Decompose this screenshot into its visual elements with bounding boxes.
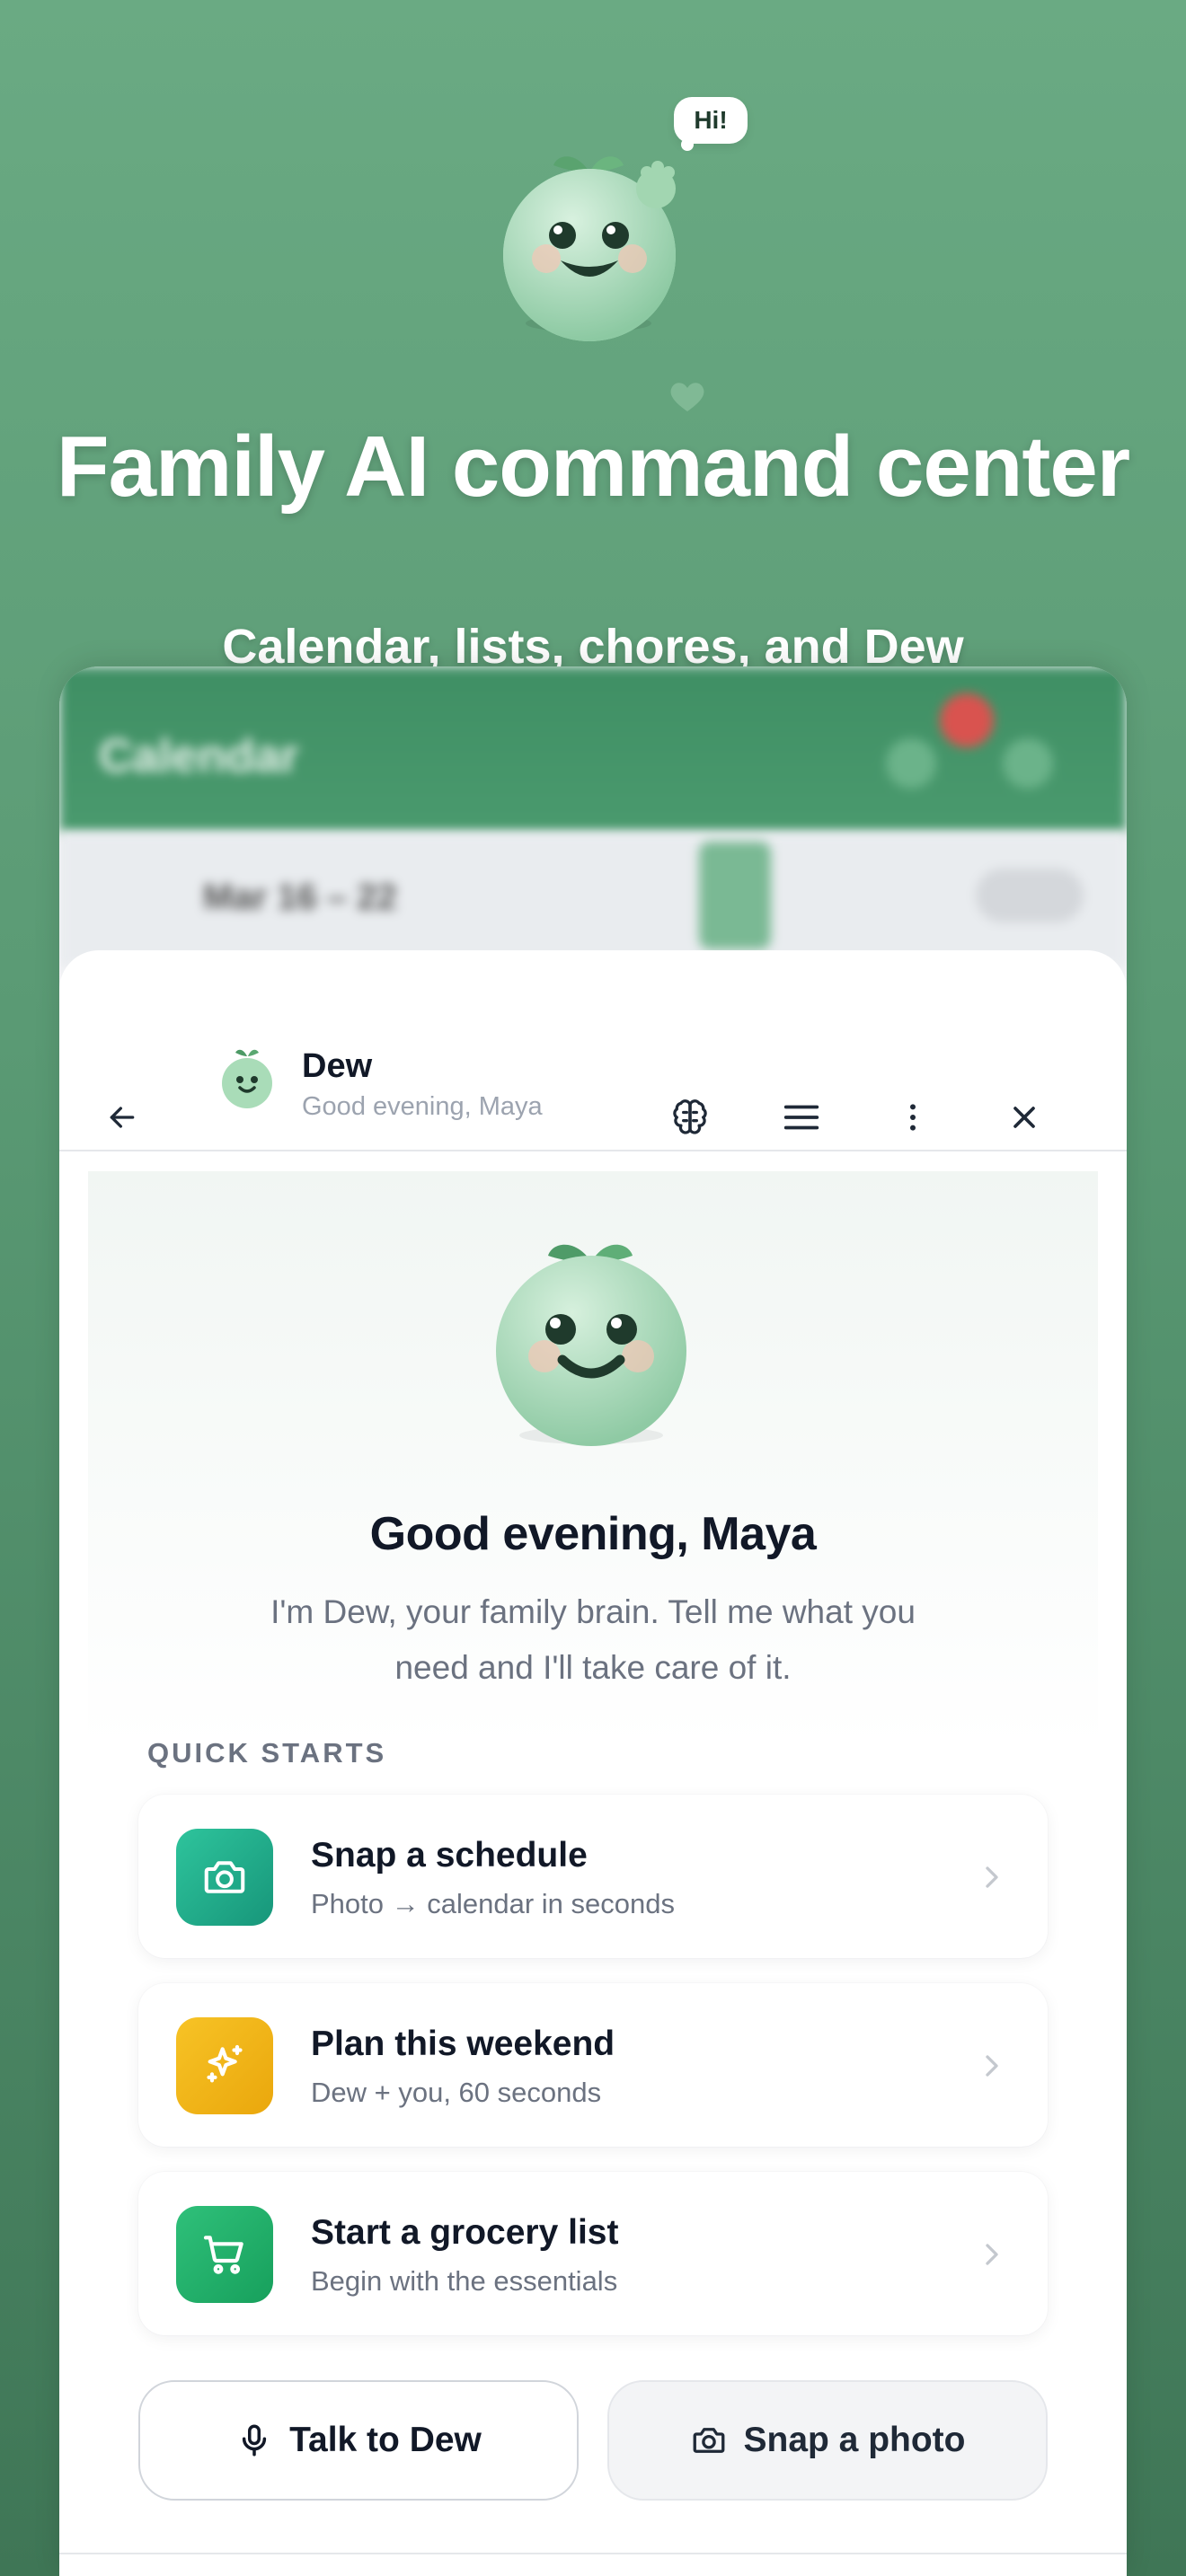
- quick-start-icon-tile: [176, 2017, 273, 2114]
- blurred-calendar-title: Calendar: [99, 730, 299, 782]
- blurred-calendar-header: Calendar: [59, 666, 1127, 833]
- blurred-notification-dot: [940, 693, 994, 747]
- talk-button-label: Talk to Dew: [289, 2421, 482, 2459]
- close-button[interactable]: [988, 1081, 1060, 1153]
- greeting-intro: I'm Dew, your family brain. Tell me what…: [270, 1593, 916, 1686]
- more-vertical-icon: [910, 1104, 916, 1131]
- menu-button[interactable]: [766, 1081, 837, 1153]
- quick-start-grocery-list[interactable]: Start a grocery list Begin with the esse…: [138, 2172, 1048, 2335]
- close-icon: [1013, 1107, 1035, 1128]
- brain-icon: [673, 1099, 707, 1134]
- quick-start-icon-tile: [176, 2206, 273, 2303]
- quick-start-title: Snap a schedule: [311, 1836, 588, 1875]
- quick-start-snap-schedule[interactable]: Snap a schedule Photo → calendar in seco…: [138, 1795, 1048, 1958]
- sheet-header: Dew Good evening, Maya: [59, 950, 1127, 1151]
- chevron-right-icon: [986, 1866, 998, 1888]
- quick-start-plan-weekend[interactable]: Plan this weekend Dew + you, 60 seconds: [138, 1983, 1048, 2147]
- menu-icon: [783, 1105, 819, 1130]
- blurred-selected-day: [699, 842, 771, 949]
- cart-icon: [203, 2236, 243, 2274]
- chevron-right-icon: [986, 2244, 998, 2265]
- snap-button-label: Snap a photo: [743, 2421, 966, 2459]
- quick-start-subtitle: Dew + you, 60 seconds: [311, 2077, 602, 2108]
- quick-starts-label: QUICK STARTS: [147, 1737, 387, 1769]
- heart-icon: [670, 383, 704, 411]
- quick-start-subtitle: Begin with the essentials: [311, 2265, 618, 2297]
- camera-icon: [693, 2428, 724, 2453]
- dew-assistant-sheet: Dew Good evening, Maya Good evening, May…: [59, 950, 1127, 2576]
- blurred-date-range: Mar 16 – 22: [203, 878, 397, 917]
- greeting-title: Good evening, Maya: [369, 1508, 817, 1560]
- snap-a-photo-button[interactable]: Snap a photo: [607, 2380, 1048, 2501]
- dew-mascot-waving: [503, 156, 676, 341]
- assistant-status: Good evening, Maya: [302, 1092, 543, 1121]
- microphone-icon: [242, 2424, 267, 2457]
- blurred-avatar: [1003, 738, 1053, 789]
- assistant-name: Dew: [302, 1047, 373, 1085]
- back-arrow-icon: [110, 1107, 135, 1128]
- quick-start-title: Start a grocery list: [311, 2213, 619, 2252]
- more-options-button[interactable]: [877, 1081, 949, 1153]
- hero-subtitle: Calendar, lists, chores, and Dew: [222, 620, 964, 674]
- talk-to-dew-button[interactable]: Talk to Dew: [138, 2380, 579, 2501]
- chevron-right-icon: [986, 2055, 998, 2077]
- camera-icon: [204, 1861, 245, 1893]
- back-button[interactable]: [86, 1081, 158, 1153]
- quick-start-title: Plan this weekend: [311, 2025, 615, 2063]
- sparkles-icon: [207, 2044, 243, 2083]
- dew-mascot: [496, 1244, 686, 1446]
- divider: [59, 2553, 1127, 2554]
- hero-title: Family AI command center: [56, 419, 1130, 515]
- hi-bubble-text: Hi!: [694, 106, 728, 134]
- dew-avatar: [222, 1049, 272, 1108]
- blurred-today-button: [976, 869, 1084, 922]
- blurred-calendar-toolbar: Mar 16 – 22: [59, 833, 1127, 967]
- blurred-search-icon: [886, 738, 936, 789]
- quick-start-icon-tile: [176, 1829, 273, 1926]
- memory-button[interactable]: [654, 1081, 726, 1153]
- quick-start-subtitle: Photo → calendar in seconds: [311, 1888, 675, 1919]
